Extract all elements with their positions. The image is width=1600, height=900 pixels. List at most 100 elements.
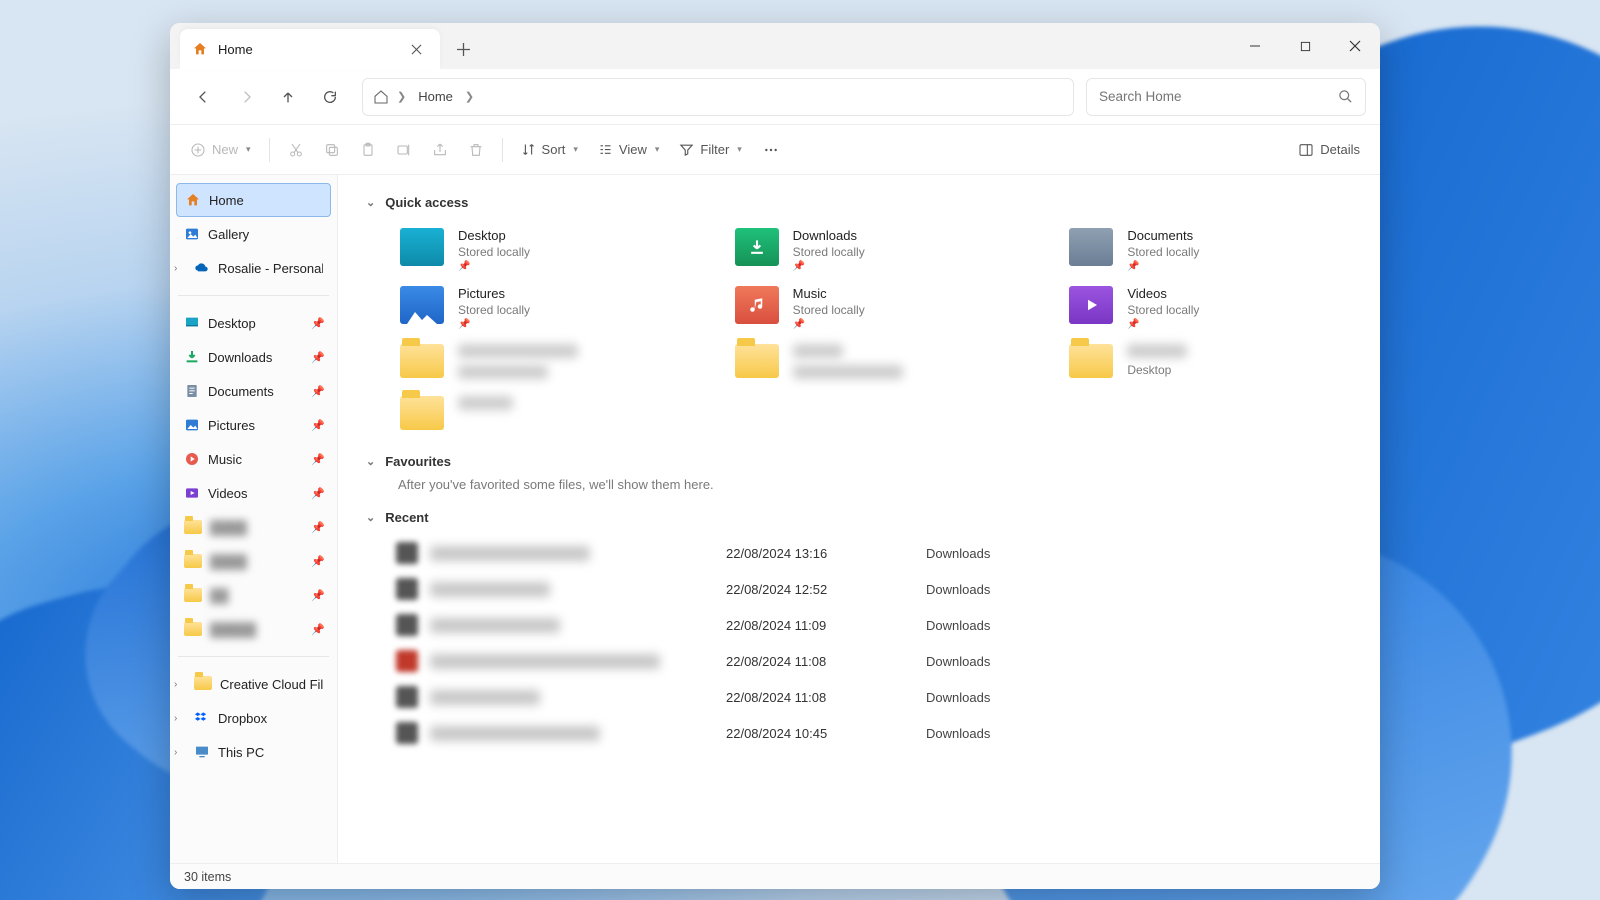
sidebar-item-folder[interactable]: █████📌 bbox=[176, 612, 331, 646]
sidebar-item-videos[interactable]: Videos 📌 bbox=[176, 476, 331, 510]
chevron-right-icon[interactable]: › bbox=[174, 263, 177, 274]
chevron-down-icon: ⌄ bbox=[366, 455, 375, 468]
sidebar-item-dropbox[interactable]: › Dropbox bbox=[176, 701, 331, 735]
chevron-right-icon[interactable]: › bbox=[174, 679, 177, 690]
more-button[interactable] bbox=[754, 133, 788, 167]
section-recent[interactable]: ⌄ Recent bbox=[366, 510, 1360, 525]
sidebar-item-music[interactable]: Music 📌 bbox=[176, 442, 331, 476]
up-button[interactable] bbox=[268, 77, 308, 117]
pin-icon: 📌 bbox=[793, 261, 865, 272]
search-icon[interactable] bbox=[1338, 89, 1353, 104]
qa-folder[interactable]: Desktop bbox=[1065, 340, 1360, 386]
sidebar-item-folder[interactable]: ████📌 bbox=[176, 544, 331, 578]
pictures-icon bbox=[400, 286, 444, 324]
file-icon bbox=[396, 542, 418, 564]
pin-icon: 📌 bbox=[458, 319, 530, 330]
refresh-button[interactable] bbox=[310, 77, 350, 117]
new-tab-button[interactable] bbox=[446, 32, 480, 66]
recent-date: 22/08/2024 12:52 bbox=[726, 582, 926, 597]
cut-button[interactable] bbox=[280, 133, 312, 167]
sidebar-item-downloads[interactable]: Downloads 📌 bbox=[176, 340, 331, 374]
navbar: ❯ Home ❯ bbox=[170, 69, 1380, 125]
delete-button[interactable] bbox=[460, 133, 492, 167]
copy-button[interactable] bbox=[316, 133, 348, 167]
section-label: Quick access bbox=[385, 195, 468, 210]
sidebar-item-onedrive[interactable]: › Rosalie - Personal bbox=[176, 251, 331, 285]
pin-icon: 📌 bbox=[311, 453, 325, 466]
recent-location: Downloads bbox=[926, 582, 1086, 597]
chevron-right-icon[interactable]: › bbox=[174, 747, 177, 758]
videos-icon bbox=[1069, 286, 1113, 324]
sidebar-item-desktop[interactable]: Desktop 📌 bbox=[176, 306, 331, 340]
gallery-icon bbox=[184, 226, 200, 242]
chevron-down-icon: ⌄ bbox=[366, 511, 375, 524]
section-favourites[interactable]: ⌄ Favourites bbox=[366, 454, 1360, 469]
sidebar-item-home[interactable]: Home bbox=[176, 183, 331, 217]
qa-pictures[interactable]: PicturesStored locally📌 bbox=[396, 282, 691, 334]
tab-home[interactable]: Home bbox=[180, 29, 440, 69]
favourites-empty-text: After you've favorited some files, we'll… bbox=[398, 477, 1360, 492]
sidebar-item-documents[interactable]: Documents 📌 bbox=[176, 374, 331, 408]
qa-folder[interactable] bbox=[396, 340, 691, 386]
maximize-button[interactable] bbox=[1280, 23, 1330, 69]
recent-row[interactable]: 22/08/2024 11:08Downloads bbox=[396, 643, 1360, 679]
recent-row[interactable]: 22/08/2024 11:09Downloads bbox=[396, 607, 1360, 643]
dropbox-icon bbox=[194, 710, 210, 726]
qa-documents[interactable]: DocumentsStored locally📌 bbox=[1065, 224, 1360, 276]
address-bar[interactable]: ❯ Home ❯ bbox=[362, 78, 1074, 116]
qa-music[interactable]: MusicStored locally📌 bbox=[731, 282, 1026, 334]
search-input[interactable] bbox=[1099, 89, 1328, 104]
chevron-right-icon[interactable]: › bbox=[174, 713, 177, 724]
details-pane-button[interactable]: Details bbox=[1290, 133, 1368, 167]
breadcrumb-home[interactable]: Home bbox=[414, 87, 457, 106]
qa-desktop[interactable]: DesktopStored locally📌 bbox=[396, 224, 691, 276]
window-controls bbox=[1230, 23, 1380, 69]
recent-row[interactable]: 22/08/2024 13:16Downloads bbox=[396, 535, 1360, 571]
share-button[interactable] bbox=[424, 133, 456, 167]
recent-date: 22/08/2024 11:08 bbox=[726, 690, 926, 705]
new-button[interactable]: New ▾ bbox=[182, 133, 259, 167]
qa-folder[interactable] bbox=[396, 392, 691, 434]
section-quick-access[interactable]: ⌄ Quick access bbox=[366, 195, 1360, 210]
pin-icon: 📌 bbox=[311, 623, 325, 636]
qa-folder[interactable] bbox=[731, 340, 1026, 386]
paste-button[interactable] bbox=[352, 133, 384, 167]
pin-icon: 📌 bbox=[311, 589, 325, 602]
pin-icon: 📌 bbox=[311, 385, 325, 398]
sidebar-item-pictures[interactable]: Pictures 📌 bbox=[176, 408, 331, 442]
home-icon bbox=[185, 192, 201, 208]
recent-list: 22/08/2024 13:16Downloads 22/08/2024 12:… bbox=[396, 535, 1360, 751]
pin-icon: 📌 bbox=[311, 555, 325, 568]
forward-button[interactable] bbox=[226, 77, 266, 117]
chevron-right-icon[interactable]: ❯ bbox=[465, 90, 474, 103]
folder-icon bbox=[184, 588, 202, 602]
qa-downloads[interactable]: DownloadsStored locally📌 bbox=[731, 224, 1026, 276]
view-button[interactable]: View ▾ bbox=[590, 133, 667, 167]
recent-location: Downloads bbox=[926, 690, 1086, 705]
documents-icon bbox=[1069, 228, 1113, 266]
sidebar-item-label: Dropbox bbox=[218, 711, 267, 726]
filter-button[interactable]: Filter ▾ bbox=[671, 133, 749, 167]
recent-location: Downloads bbox=[926, 726, 1086, 741]
sidebar-item-folder[interactable]: ██ 📌 bbox=[176, 578, 331, 612]
recent-row[interactable]: 22/08/2024 12:52Downloads bbox=[396, 571, 1360, 607]
sidebar-item-label: Music bbox=[208, 452, 242, 467]
sidebar-item-creative-cloud[interactable]: › Creative Cloud Files bbox=[176, 667, 331, 701]
back-button[interactable] bbox=[184, 77, 224, 117]
status-bar: 30 items bbox=[170, 863, 1380, 889]
sort-button[interactable]: Sort ▾ bbox=[513, 133, 586, 167]
minimize-button[interactable] bbox=[1230, 23, 1280, 69]
sidebar-item-label: Desktop bbox=[208, 316, 256, 331]
sidebar-item-folder[interactable]: ████📌 bbox=[176, 510, 331, 544]
close-window-button[interactable] bbox=[1330, 23, 1380, 69]
sidebar-item-gallery[interactable]: Gallery bbox=[176, 217, 331, 251]
sidebar-item-label: ██ bbox=[210, 588, 228, 603]
sidebar-item-this-pc[interactable]: › This PC bbox=[176, 735, 331, 769]
recent-row[interactable]: 22/08/2024 11:08Downloads bbox=[396, 679, 1360, 715]
search-box[interactable] bbox=[1086, 78, 1366, 116]
new-label: New bbox=[212, 142, 238, 157]
close-tab-icon[interactable] bbox=[404, 37, 428, 61]
qa-videos[interactable]: VideosStored locally📌 bbox=[1065, 282, 1360, 334]
recent-row[interactable]: 22/08/2024 10:45Downloads bbox=[396, 715, 1360, 751]
rename-button[interactable] bbox=[388, 133, 420, 167]
